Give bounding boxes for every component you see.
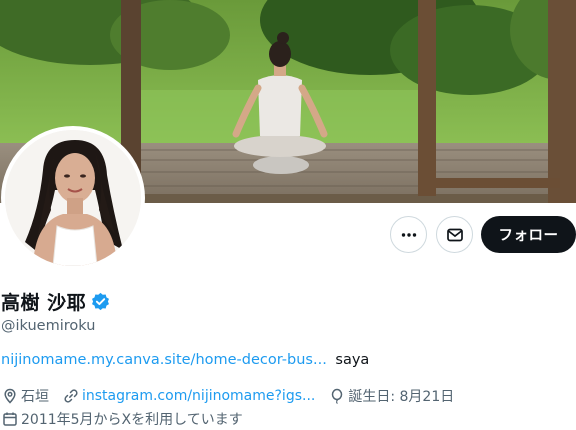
verified-badge-icon[interactable] <box>91 292 110 311</box>
user-handle: @ikuemiroku <box>1 318 96 334</box>
message-button[interactable] <box>436 216 473 253</box>
location-pin-icon <box>3 388 16 404</box>
name-row: 高樹 沙耶 <box>1 288 110 315</box>
more-horizontal-icon <box>401 232 416 237</box>
birthday-text: 誕生日: 8月21日 <box>348 389 455 405</box>
profile-meta: 石垣 instagram.com/nijinomame?igs... 誕生日: … <box>1 386 467 406</box>
website-item[interactable]: instagram.com/nijinomame?igs... <box>62 388 315 405</box>
display-name: 高樹 沙耶 <box>1 292 87 314</box>
location-text: 石垣 <box>21 389 49 405</box>
follow-button[interactable]: フォロー <box>481 216 576 253</box>
profile-meta-joined: 2011年5月からXを利用しています <box>1 409 256 429</box>
bio-text: saya <box>335 352 370 368</box>
balloon-icon <box>331 388 343 404</box>
more-button[interactable] <box>390 216 427 253</box>
joined-text: 2011年5月からXを利用しています <box>21 412 243 428</box>
link-icon <box>63 389 78 403</box>
website-link[interactable]: instagram.com/nijinomame?igs... <box>82 388 315 404</box>
bio: nijinomame.my.canva.site/home-decor-bus.… <box>1 352 369 368</box>
avatar[interactable] <box>1 126 145 270</box>
joined-item: 2011年5月からXを利用しています <box>1 409 243 429</box>
birthday-item: 誕生日: 8月21日 <box>328 386 454 406</box>
calendar-icon <box>2 412 17 426</box>
mail-icon <box>446 228 463 241</box>
location-item: 石垣 <box>1 386 49 406</box>
bio-link[interactable]: nijinomame.my.canva.site/home-decor-bus.… <box>1 352 327 368</box>
avatar-image <box>5 130 141 266</box>
